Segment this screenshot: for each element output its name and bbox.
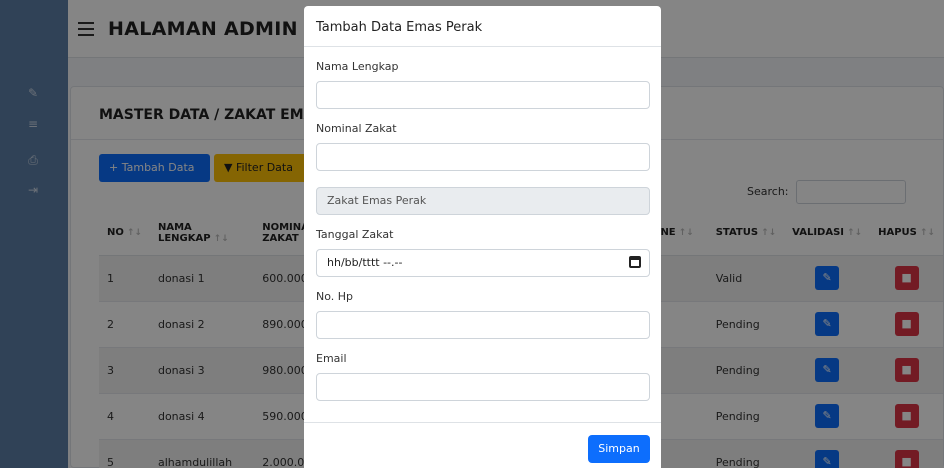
calendar-icon[interactable] [629,256,641,268]
save-button[interactable]: Simpan [588,435,650,463]
tanggal-label: Tanggal Zakat [316,228,394,241]
modal-header-divider [304,46,661,47]
modal-footer-divider [304,422,661,423]
add-data-modal: Tambah Data Emas Perak Nama Lengkap Nomi… [304,6,661,468]
modal-title: Tambah Data Emas Perak [316,20,483,35]
nominal-input[interactable] [316,143,650,171]
jenis-zakat-field: Zakat Emas Perak [316,187,650,215]
nominal-label: Nominal Zakat [316,122,397,135]
nama-input[interactable] [316,81,650,109]
nama-label: Nama Lengkap [316,60,399,73]
hp-input[interactable] [316,311,650,339]
tanggal-placeholder: hh/bb/tttt --.-- [327,256,403,269]
email-label: Email [316,352,347,365]
hp-label: No. Hp [316,290,354,303]
email-input[interactable] [316,373,650,401]
tanggal-input[interactable]: hh/bb/tttt --.-- [316,249,650,277]
